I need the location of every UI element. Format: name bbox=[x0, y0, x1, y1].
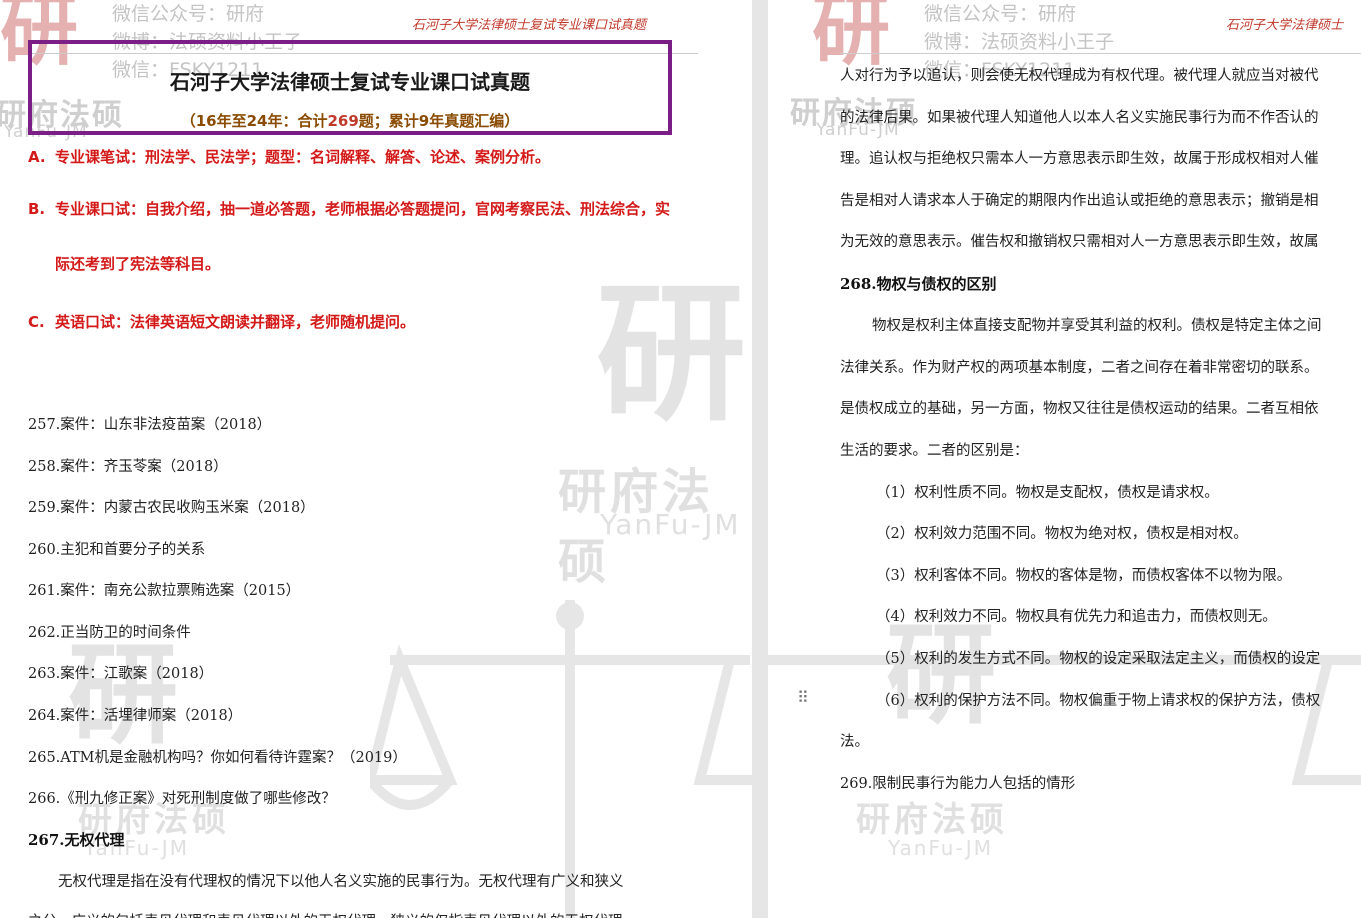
question-item: 266.《刑九修正案》对死刑制度做了哪些修改？ bbox=[28, 791, 336, 807]
watermark-big-brand-en: YanFu-JM bbox=[600, 508, 741, 541]
header-rule bbox=[840, 53, 1361, 54]
paragraph-line: 理。追认权与拒绝权只需本人一方意思表示即生效，故属于形成权相对人催 bbox=[840, 151, 1319, 167]
requirement-key: B. bbox=[28, 200, 46, 218]
paragraph-line: 生活的要求。二者的区别是： bbox=[840, 443, 1029, 459]
drag-handle-icon[interactable]: ⠿ bbox=[797, 688, 809, 707]
paragraph-line: 人对行为予以追认，则会使无权代理成为有权代理。被代理人就应当对被代 bbox=[840, 68, 1319, 84]
watermark-wechat: 微信公众号：研府 bbox=[112, 3, 265, 25]
list-item: （6）权利的保护方法不同。物权偏重于物上请求权的保护方法，债权 bbox=[876, 693, 1321, 709]
question-item: 261.案件：南充公款拉票贿选案（2015） bbox=[28, 583, 301, 599]
watermark-weibo: 微博：法硕资料小王子 bbox=[924, 31, 1115, 53]
paragraph-line: 物权是权利主体直接支配物并享受其利益的权利。债权是特定主体之间 bbox=[872, 318, 1322, 334]
document-page-left: 研 微信公众号：研府 微博：法硕资料小王子 微信：FSKY1211 研府法硕 Y… bbox=[0, 0, 752, 918]
paragraph-line: 是债权成立的基础，另一方面，物权又往往是债权运动的结果。二者互相依 bbox=[840, 401, 1319, 417]
requirement-a: A. 专业课笔试：刑法学、民法学；题型：名词解释、解答、论述、案例分析。 bbox=[28, 146, 688, 167]
paragraph-line: 法。 bbox=[840, 734, 869, 750]
subtitle-suffix: 题；累计9年真题汇编） bbox=[358, 112, 520, 130]
watermark-wechat: 微信公众号：研府 bbox=[924, 3, 1077, 25]
question-item: 257.案件：山东非法疫苗案（2018） bbox=[28, 417, 272, 433]
question-item: 259.案件：内蒙古农民收购玉米案（2018） bbox=[28, 500, 315, 516]
question-item: 258.案件：齐玉苓案（2018） bbox=[28, 459, 228, 475]
document-page-right: 研 微信公众号：研府 微博：法硕资料小王子 微信：FSKY1211 研府法硕 Y… bbox=[768, 0, 1361, 918]
watermark-big-seal: 研 bbox=[596, 268, 747, 442]
question-heading-269: 269.限制民事行为能力人包括的情形 bbox=[840, 776, 1076, 792]
requirement-key: A. bbox=[28, 148, 46, 166]
question-heading-267: 267.无权代理 bbox=[28, 831, 125, 849]
requirement-c: C. 英语口试：法律英语短文朗读并翻译，老师随机提问。 bbox=[28, 311, 688, 332]
question-item: 265.ATM机是金融机构吗？你如何看待许霆案？（2019） bbox=[28, 750, 407, 766]
document-title: 石河子大学法律硕士复试专业课口试真题 bbox=[170, 70, 530, 94]
title-box: 石河子大学法律硕士复试专业课口试真题 （16年至24年：合计269题；累计9年真… bbox=[28, 40, 672, 135]
subtitle-count: 269 bbox=[327, 112, 359, 130]
list-item: （4）权利效力不同。物权具有优先力和追击力，而债权则无。 bbox=[876, 609, 1277, 625]
document-subtitle: （16年至24年：合计269题；累计9年真题汇编） bbox=[32, 110, 668, 131]
list-item: （3）权利客体不同。物权的客体是物，而债权客体不以物为限。 bbox=[876, 568, 1292, 584]
running-head: 石河子大学法律硕士复试专业课口试真题 bbox=[412, 18, 647, 33]
paragraph-line: 之分，广义的包括表见代理和表见代理以外的无权代理，狭义的仅指表见代理以外的无权代… bbox=[28, 910, 637, 918]
list-item: （5）权利的发生方式不同。物权的设定采取法定主义，而债权的设定 bbox=[876, 651, 1321, 667]
paragraph-line: 无权代理是指在没有代理权的情况下以他人名义实施的民事行为。无权代理有广义和狭义 bbox=[58, 874, 624, 890]
requirement-key: C. bbox=[28, 313, 45, 331]
requirement-text-continued: 际还考到了宪法等科目。 bbox=[55, 255, 221, 273]
paragraph-line: 为无效的意思表示。催告权和撤销权只需相对人一方意思表示即生效，故属 bbox=[840, 234, 1319, 250]
requirement-text: 专业课口试：自我介绍，抽一道必答题，老师根据必答题提问，官网考察民法、刑法综合，… bbox=[55, 200, 671, 218]
watermark-seal: 研 bbox=[812, 0, 891, 76]
watermark-seal-2: 研 bbox=[68, 631, 178, 759]
watermark-seal-2: 研 bbox=[886, 611, 996, 739]
running-head: 石河子大学法律硕士 bbox=[1226, 18, 1344, 33]
question-item: 260.主犯和首要分子的关系 bbox=[28, 542, 206, 558]
paragraph-line: 的法律后果。如果被代理人知道他人以本人名义实施民事行为而不作否认的 bbox=[840, 110, 1319, 126]
watermark-brand-en-2: YanFu-JM bbox=[888, 836, 993, 860]
list-item: （1）权利性质不同。物权是支配权，债权是请求权。 bbox=[876, 485, 1219, 501]
paragraph-line: 告是相对人请求本人于确定的期限内作出追认或拒绝的意思表示；撤销是相 bbox=[840, 193, 1319, 209]
requirement-text: 英语口试：法律英语短文朗读并翻译，老师随机提问。 bbox=[55, 313, 416, 331]
requirement-b: B. 专业课口试：自我介绍，抽一道必答题，老师根据必答题提问，官网考察民法、刑法综… bbox=[28, 182, 688, 292]
page-gutter bbox=[752, 0, 768, 918]
list-item: （2）权利效力范围不同。物权为绝对权，债权是相对权。 bbox=[876, 526, 1248, 542]
watermark-big-brand: 研府法硕 bbox=[558, 464, 715, 590]
question-item: 264.案件：活埋律师案（2018） bbox=[28, 708, 243, 724]
question-item: 262.正当防卫的时间条件 bbox=[28, 625, 191, 641]
subtitle-prefix: （16年至24年：合计 bbox=[180, 112, 328, 130]
question-item: 263.案件：江歌案（2018） bbox=[28, 666, 214, 682]
requirement-text: 专业课笔试：刑法学、民法学；题型：名词解释、解答、论述、案例分析。 bbox=[55, 148, 551, 166]
watermark-brand-2: 研府法硕 bbox=[856, 800, 1008, 840]
question-heading-268: 268.物权与债权的区别 bbox=[840, 275, 997, 293]
paragraph-line: 法律关系。作为财产权的两项基本制度，二者之间存在着非常密切的联系。 bbox=[840, 360, 1319, 376]
